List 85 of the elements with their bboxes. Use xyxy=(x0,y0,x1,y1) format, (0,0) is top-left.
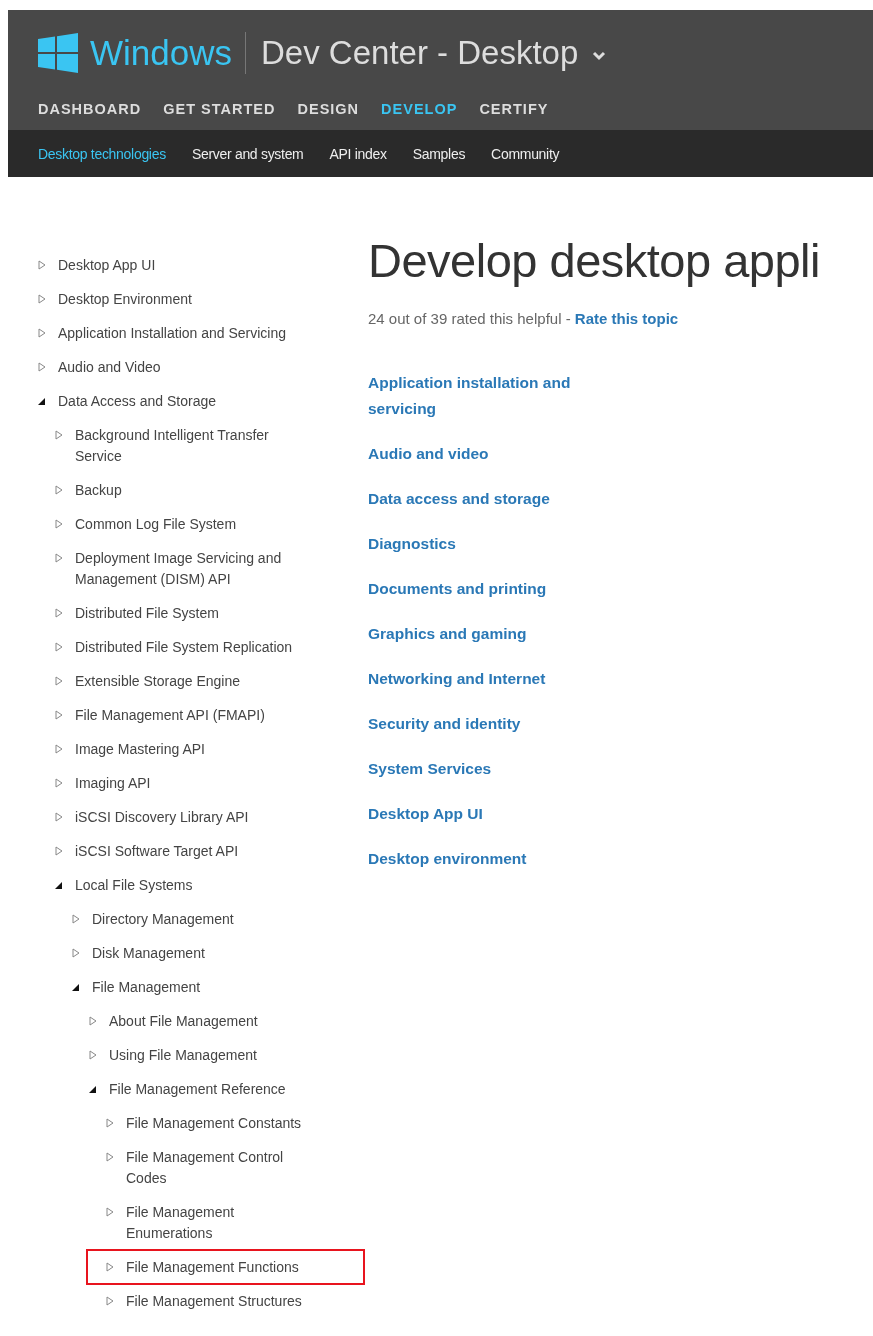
tree-item[interactable]: Image Mastering API xyxy=(55,739,310,773)
collapsed-triangle-icon xyxy=(55,553,63,563)
collapsed-triangle-icon xyxy=(55,846,63,856)
collapsed-triangle-icon xyxy=(89,1016,97,1026)
site-title[interactable]: Dev Center - Desktop xyxy=(261,34,579,72)
sub-nav-link[interactable]: Community xyxy=(491,145,560,162)
sub-nav-link[interactable]: Samples xyxy=(412,145,466,162)
expanded-triangle-icon xyxy=(55,880,63,890)
tree-item[interactable]: Distributed File System Replication xyxy=(55,637,310,671)
expanded-triangle-icon xyxy=(89,1084,97,1094)
topic-link[interactable]: System Services xyxy=(368,756,618,782)
topic-link[interactable]: Documents and printing xyxy=(368,576,618,602)
rate-topic-link[interactable]: Rate this topic xyxy=(574,310,679,327)
tree-item[interactable]: Using File Management xyxy=(89,1045,310,1079)
tree-item[interactable]: Directory Management xyxy=(72,909,310,943)
tree-item[interactable]: Background Intelligent Transfer Service xyxy=(55,425,310,480)
collapsed-triangle-icon xyxy=(55,812,63,822)
tree-item[interactable]: Deployment Image Servicing and Management (DISM) API xyxy=(55,548,310,603)
collapsed-triangle-icon xyxy=(89,1050,97,1060)
nav-tab[interactable]: GET STARTED xyxy=(163,101,276,117)
tree-item[interactable]: File Management Reference xyxy=(89,1079,310,1113)
tree-item[interactable]: Application Installation and Servicing xyxy=(38,323,310,357)
collapsed-triangle-icon xyxy=(55,676,63,686)
tree-item[interactable]: Extensible Storage Engine xyxy=(55,671,310,705)
tree-item[interactable]: iSCSI Discovery Library API xyxy=(55,807,310,841)
topic-link[interactable]: Diagnostics xyxy=(368,531,618,557)
collapsed-triangle-icon xyxy=(55,642,63,652)
nav-tab[interactable]: DEVELOP xyxy=(381,101,458,117)
collapsed-triangle-icon xyxy=(55,744,63,754)
windows-logo-icon xyxy=(38,33,78,73)
sub-nav-link[interactable]: Server and system xyxy=(191,145,304,162)
collapsed-triangle-icon xyxy=(106,1262,114,1272)
tree-item[interactable]: File Management API (FMAPI) xyxy=(55,705,310,739)
tree-item[interactable]: Audio and Video xyxy=(38,357,310,391)
tree-item[interactable]: File Management Structures xyxy=(106,1291,310,1325)
tree-item[interactable]: Desktop App UI xyxy=(38,255,310,289)
chevron-down-icon[interactable] xyxy=(592,51,607,61)
collapsed-triangle-icon xyxy=(55,608,63,618)
nav-tab[interactable]: DASHBOARD xyxy=(38,101,142,117)
collapsed-triangle-icon xyxy=(55,710,63,720)
sub-nav-link[interactable]: Desktop technologies xyxy=(38,145,166,162)
tree-item[interactable]: Common Log File System xyxy=(55,514,310,548)
collapsed-triangle-icon xyxy=(55,485,63,495)
collapsed-triangle-icon xyxy=(106,1152,114,1162)
topic-link[interactable]: Desktop environment xyxy=(368,846,618,872)
page-title: Develop desktop appli xyxy=(368,233,821,288)
tree-item[interactable]: iSCSI Software Target API xyxy=(55,841,310,875)
tree-item[interactable]: File Management xyxy=(72,977,310,1011)
topic-link[interactable]: Audio and video xyxy=(368,441,618,467)
tree-item[interactable]: Backup xyxy=(55,480,310,514)
topic-link[interactable]: Application installation and servicing xyxy=(368,370,618,422)
tree-item[interactable]: Desktop Environment xyxy=(38,289,310,323)
topic-link[interactable]: Security and identity xyxy=(368,711,618,737)
tree-item[interactable]: Imaging API xyxy=(55,773,310,807)
collapsed-triangle-icon xyxy=(38,362,46,372)
tree-item[interactable]: Data Access and Storage xyxy=(38,391,310,425)
sub-nav-link[interactable]: API index xyxy=(329,145,387,162)
collapsed-triangle-icon xyxy=(38,294,46,304)
highlighted-tree-item[interactable]: File Management Functions xyxy=(86,1249,365,1285)
rating-text: 24 out of 39 rated this helpful - Rate this topic xyxy=(368,310,680,327)
collapsed-triangle-icon xyxy=(55,778,63,788)
collapsed-triangle-icon xyxy=(72,948,80,958)
nav-tab[interactable]: CERTIFY xyxy=(479,101,549,117)
collapsed-triangle-icon xyxy=(55,430,63,440)
tree-item[interactable]: Local File Systems xyxy=(55,875,310,909)
topic-link[interactable]: Graphics and gaming xyxy=(368,621,618,647)
collapsed-triangle-icon xyxy=(38,260,46,270)
expanded-triangle-icon xyxy=(72,982,80,992)
collapsed-triangle-icon xyxy=(106,1207,114,1217)
tree-item[interactable]: File Management Control Codes xyxy=(106,1147,310,1202)
collapsed-triangle-icon xyxy=(106,1118,114,1128)
expanded-triangle-icon xyxy=(38,396,46,406)
tree-item[interactable]: File Management Constants xyxy=(106,1113,310,1147)
topic-link[interactable]: Networking and Internet xyxy=(368,666,618,692)
brand-name[interactable]: Windows xyxy=(90,33,232,73)
nav-tab[interactable]: DESIGN xyxy=(297,101,360,117)
topic-link[interactable]: Desktop App UI xyxy=(368,801,618,827)
collapsed-triangle-icon xyxy=(55,519,63,529)
collapsed-triangle-icon xyxy=(72,914,80,924)
tree-item[interactable]: Disk Management xyxy=(72,943,310,977)
collapsed-triangle-icon xyxy=(106,1296,114,1306)
collapsed-triangle-icon xyxy=(38,328,46,338)
tree-item[interactable]: About File Management xyxy=(89,1011,310,1045)
tree-item[interactable]: Distributed File System xyxy=(55,603,310,637)
topic-link[interactable]: Data access and storage xyxy=(368,486,618,512)
